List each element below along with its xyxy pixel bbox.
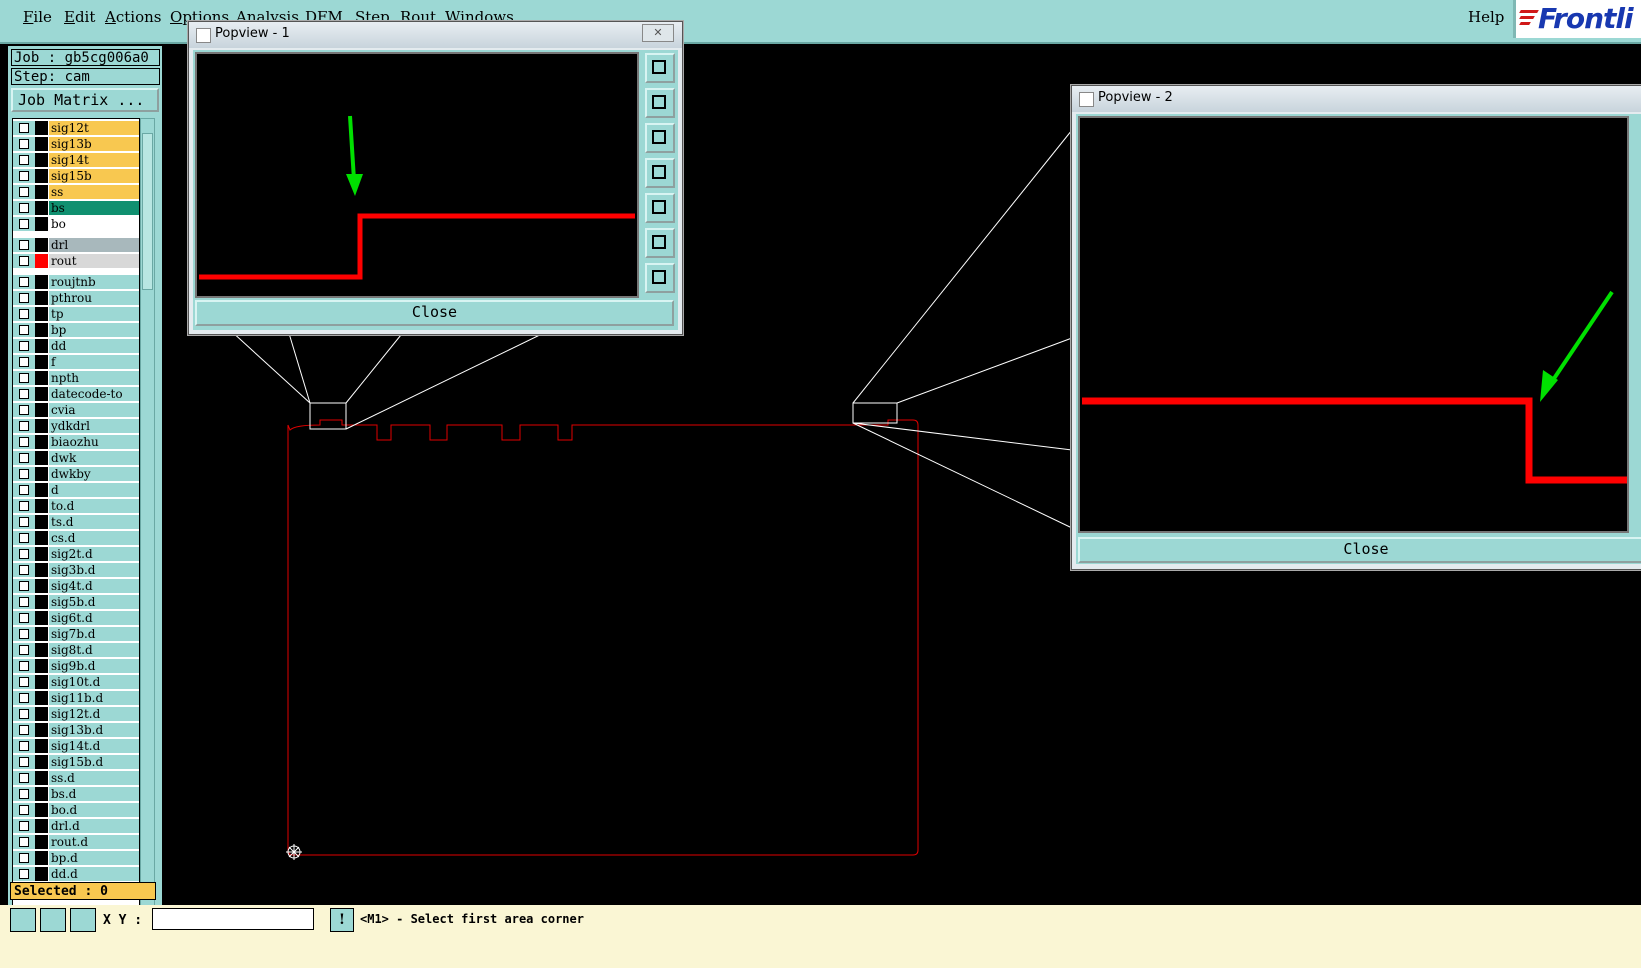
alert-button[interactable]: !	[330, 908, 354, 932]
zoom-fit-icon[interactable]	[645, 228, 675, 258]
window-icon	[1079, 92, 1094, 107]
popview-2-window: Popview - 2 Close	[1071, 85, 1641, 570]
green-arrow-1	[346, 115, 363, 196]
zoom-out-icon[interactable]	[645, 263, 675, 293]
pan-left-icon[interactable]	[645, 158, 675, 188]
popview-2-title: Popview - 2	[1098, 90, 1173, 105]
popview-2-titlebar[interactable]: Popview - 2	[1072, 86, 1641, 112]
status-prompt: <M1> - Select first area corner	[360, 912, 584, 926]
grid-mode-icon[interactable]	[70, 908, 96, 932]
cross-mode-icon[interactable]	[40, 908, 66, 932]
board-outline	[287, 419, 919, 856]
select-mode-icon[interactable]	[10, 908, 36, 932]
popview-1-connectors	[229, 329, 551, 430]
popview-2-connectors	[852, 129, 1073, 529]
popview-1-close-button[interactable]: Close	[195, 300, 674, 326]
popview-2-close-button[interactable]: Close	[1078, 537, 1641, 563]
green-arrow-2	[1540, 290, 1614, 402]
popview-2-body: Close	[1076, 114, 1641, 564]
pan-right-icon[interactable]	[645, 193, 675, 223]
pan-up-icon[interactable]	[645, 88, 675, 118]
popview-1-title: Popview - 1	[215, 26, 290, 41]
zoom-in-icon[interactable]	[645, 53, 675, 83]
popview-1-canvas[interactable]	[195, 52, 639, 298]
pan-down-icon[interactable]	[645, 123, 675, 153]
popview-1-body: Close	[193, 50, 678, 330]
popview-1-titlebar[interactable]: Popview - 1 ✕	[189, 22, 682, 48]
xy-input[interactable]	[152, 908, 314, 930]
popview-1-close-icon[interactable]: ✕	[642, 24, 674, 42]
rout-path-1	[199, 213, 635, 280]
popview-1-window: Popview - 1 ✕ Close	[188, 21, 683, 335]
xy-label: X Y :	[103, 913, 143, 928]
status-bar: X Y : ! <M1> - Select first area corner	[0, 905, 1641, 968]
window-icon	[196, 28, 211, 43]
rout-path-2	[1082, 397, 1627, 484]
popview-2-canvas[interactable]	[1078, 116, 1629, 533]
